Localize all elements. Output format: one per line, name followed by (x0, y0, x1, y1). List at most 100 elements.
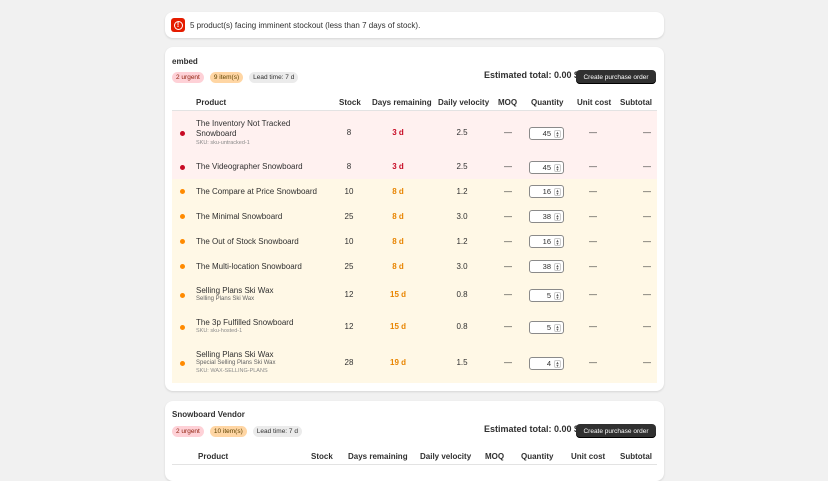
table-row: Selling Plans Ski Wax Selling Plans Ski W… (172, 279, 657, 311)
product-name: The 3p Fulfilled Snowboard (196, 318, 294, 327)
unit-cost-value: — (589, 236, 597, 246)
stock-value: 12 (344, 290, 354, 299)
stepper-arrows-icon[interactable]: ▲ ▼ (554, 359, 561, 368)
urgent-badge: 2 urgent (172, 72, 204, 83)
col-subtotal: Subtotal (620, 98, 652, 107)
create-purchase-order-button[interactable]: Create purchase order (576, 424, 656, 438)
quantity-stepper[interactable]: 38 ▲ ▼ (529, 260, 564, 273)
velocity-value: 1.2 (456, 186, 468, 196)
unit-cost-value: — (589, 186, 597, 196)
stepper-arrows-icon[interactable]: ▲ ▼ (554, 238, 561, 246)
stepper-arrows-icon[interactable]: ▲ ▼ (554, 188, 561, 196)
quantity-value: 5 (546, 322, 551, 332)
header-divider (172, 464, 657, 465)
unit-cost-value: — (589, 261, 597, 271)
moq-value: — (504, 128, 512, 137)
velocity-value: 0.8 (456, 290, 468, 299)
table-row: The Inventory Not Tracked Snowboard SKU: … (172, 111, 657, 155)
moq-value: — (504, 322, 512, 331)
moq-value: — (504, 261, 512, 271)
moq-value: — (504, 358, 512, 367)
product-name: Selling Plans Ski Wax (196, 286, 274, 295)
items-badge: 10 item(s) (209, 426, 247, 437)
quantity-value: 5 (546, 290, 551, 300)
urgency-dot-icon (180, 360, 185, 366)
col-quantity: Quantity (531, 98, 564, 107)
banner-text: 5 product(s) facing imminent stockout (l… (190, 20, 421, 30)
col-product: Product (198, 452, 229, 461)
days-remaining-value: 8 d (392, 186, 404, 196)
stepper-arrows-icon[interactable]: ▲ ▼ (554, 129, 561, 138)
urgency-dot-icon (180, 239, 185, 244)
col-days-remaining: Days remaining (348, 452, 408, 461)
quantity-stepper[interactable]: 5 ▲ ▼ (529, 320, 564, 334)
table-row: The Multi-location Snowboard 25 8 d 3.0 — 38 ▲… (172, 254, 657, 279)
subtotal-value: — (643, 358, 651, 367)
days-remaining-value: 15 d (389, 322, 407, 331)
vendor-card-snowboard-vendor: Snowboard Vendor 2 urgent 10 item(s) Lea… (165, 401, 664, 481)
subtotal-value: — (643, 322, 651, 331)
moq-value: — (504, 186, 512, 196)
subtotal-value: — (643, 162, 651, 171)
col-subtotal: Subtotal (620, 452, 652, 461)
col-unit-cost: Unit cost (577, 98, 612, 107)
quantity-stepper[interactable]: 16 ▲ ▼ (529, 235, 564, 248)
col-quantity: Quantity (521, 452, 554, 461)
subtotal-value: — (643, 128, 651, 137)
stepper-arrows-icon[interactable]: ▲ ▼ (554, 323, 561, 332)
subtotal-value: — (643, 290, 651, 299)
vendor-name: Snowboard Vendor (172, 410, 245, 419)
stepper-arrows-icon[interactable]: ▲ ▼ (554, 213, 561, 221)
days-remaining-value: 8 d (392, 261, 404, 271)
unit-cost-value: — (589, 128, 597, 137)
moq-value: — (504, 211, 512, 221)
unit-cost-value: — (589, 290, 597, 299)
quantity-stepper[interactable]: 45 ▲ ▼ (529, 126, 564, 140)
quantity-stepper[interactable]: 5 ▲ ▼ (529, 288, 564, 302)
days-remaining-value: 3 d (392, 128, 404, 137)
alert-circle-icon: ! (171, 18, 185, 32)
estimated-total: Estimated total: 0.00 $ (484, 424, 580, 434)
days-remaining-value: 8 d (392, 236, 404, 246)
create-purchase-order-button[interactable]: Create purchase order (576, 70, 656, 84)
quantity-stepper[interactable]: 38 ▲ ▼ (529, 210, 564, 223)
urgency-dot-icon (180, 130, 185, 136)
stock-value: 10 (344, 186, 354, 196)
unit-cost-value: — (589, 322, 597, 331)
moq-value: — (504, 290, 512, 299)
stepper-arrows-icon[interactable]: ▲ ▼ (554, 263, 561, 271)
col-product: Product (196, 98, 227, 107)
col-daily-velocity: Daily velocity (438, 98, 490, 107)
quantity-value: 38 (542, 262, 551, 271)
quantity-value: 45 (542, 128, 551, 138)
vendor-name: embed (172, 57, 198, 66)
urgent-badge: 2 urgent (172, 426, 204, 437)
velocity-value: 0.8 (456, 322, 468, 331)
items-badge: 9 item(s) (209, 72, 244, 83)
velocity-value: 1.2 (456, 236, 468, 246)
quantity-stepper[interactable]: 4 ▲ ▼ (529, 356, 564, 370)
product-name: The Minimal Snowboard (196, 211, 283, 221)
quantity-value: 16 (542, 187, 551, 196)
subtotal-value: — (643, 211, 651, 221)
product-sku: SKU: sku-untracked-1 (196, 139, 250, 146)
quantity-stepper[interactable]: 45 ▲ ▼ (529, 160, 564, 174)
stockout-banner: ! 5 product(s) facing imminent stockout … (165, 12, 664, 38)
quantity-value: 4 (546, 358, 551, 368)
stock-value: 8 (346, 128, 352, 137)
velocity-value: 3.0 (456, 211, 468, 221)
variant-name: Special Selling Plans Ski Wax (196, 360, 276, 366)
stepper-arrows-icon[interactable]: ▲ ▼ (554, 163, 561, 172)
col-days-remaining: Days remaining (372, 98, 432, 107)
table-row: The Minimal Snowboard 25 8 d 3.0 — 38 ▲ ▼ — — (172, 204, 657, 229)
stock-value: 12 (344, 322, 354, 331)
urgency-dot-icon (180, 189, 185, 194)
stock-value: 25 (344, 211, 354, 221)
product-name: The Compare at Price Snowboard (196, 186, 317, 196)
moq-value: — (504, 162, 512, 171)
stepper-arrows-icon[interactable]: ▲ ▼ (554, 291, 561, 300)
col-stock: Stock (311, 452, 333, 461)
quantity-stepper[interactable]: 16 ▲ ▼ (529, 185, 564, 198)
product-name: Selling Plans Ski Wax (196, 350, 274, 359)
urgency-dot-icon (180, 292, 185, 298)
